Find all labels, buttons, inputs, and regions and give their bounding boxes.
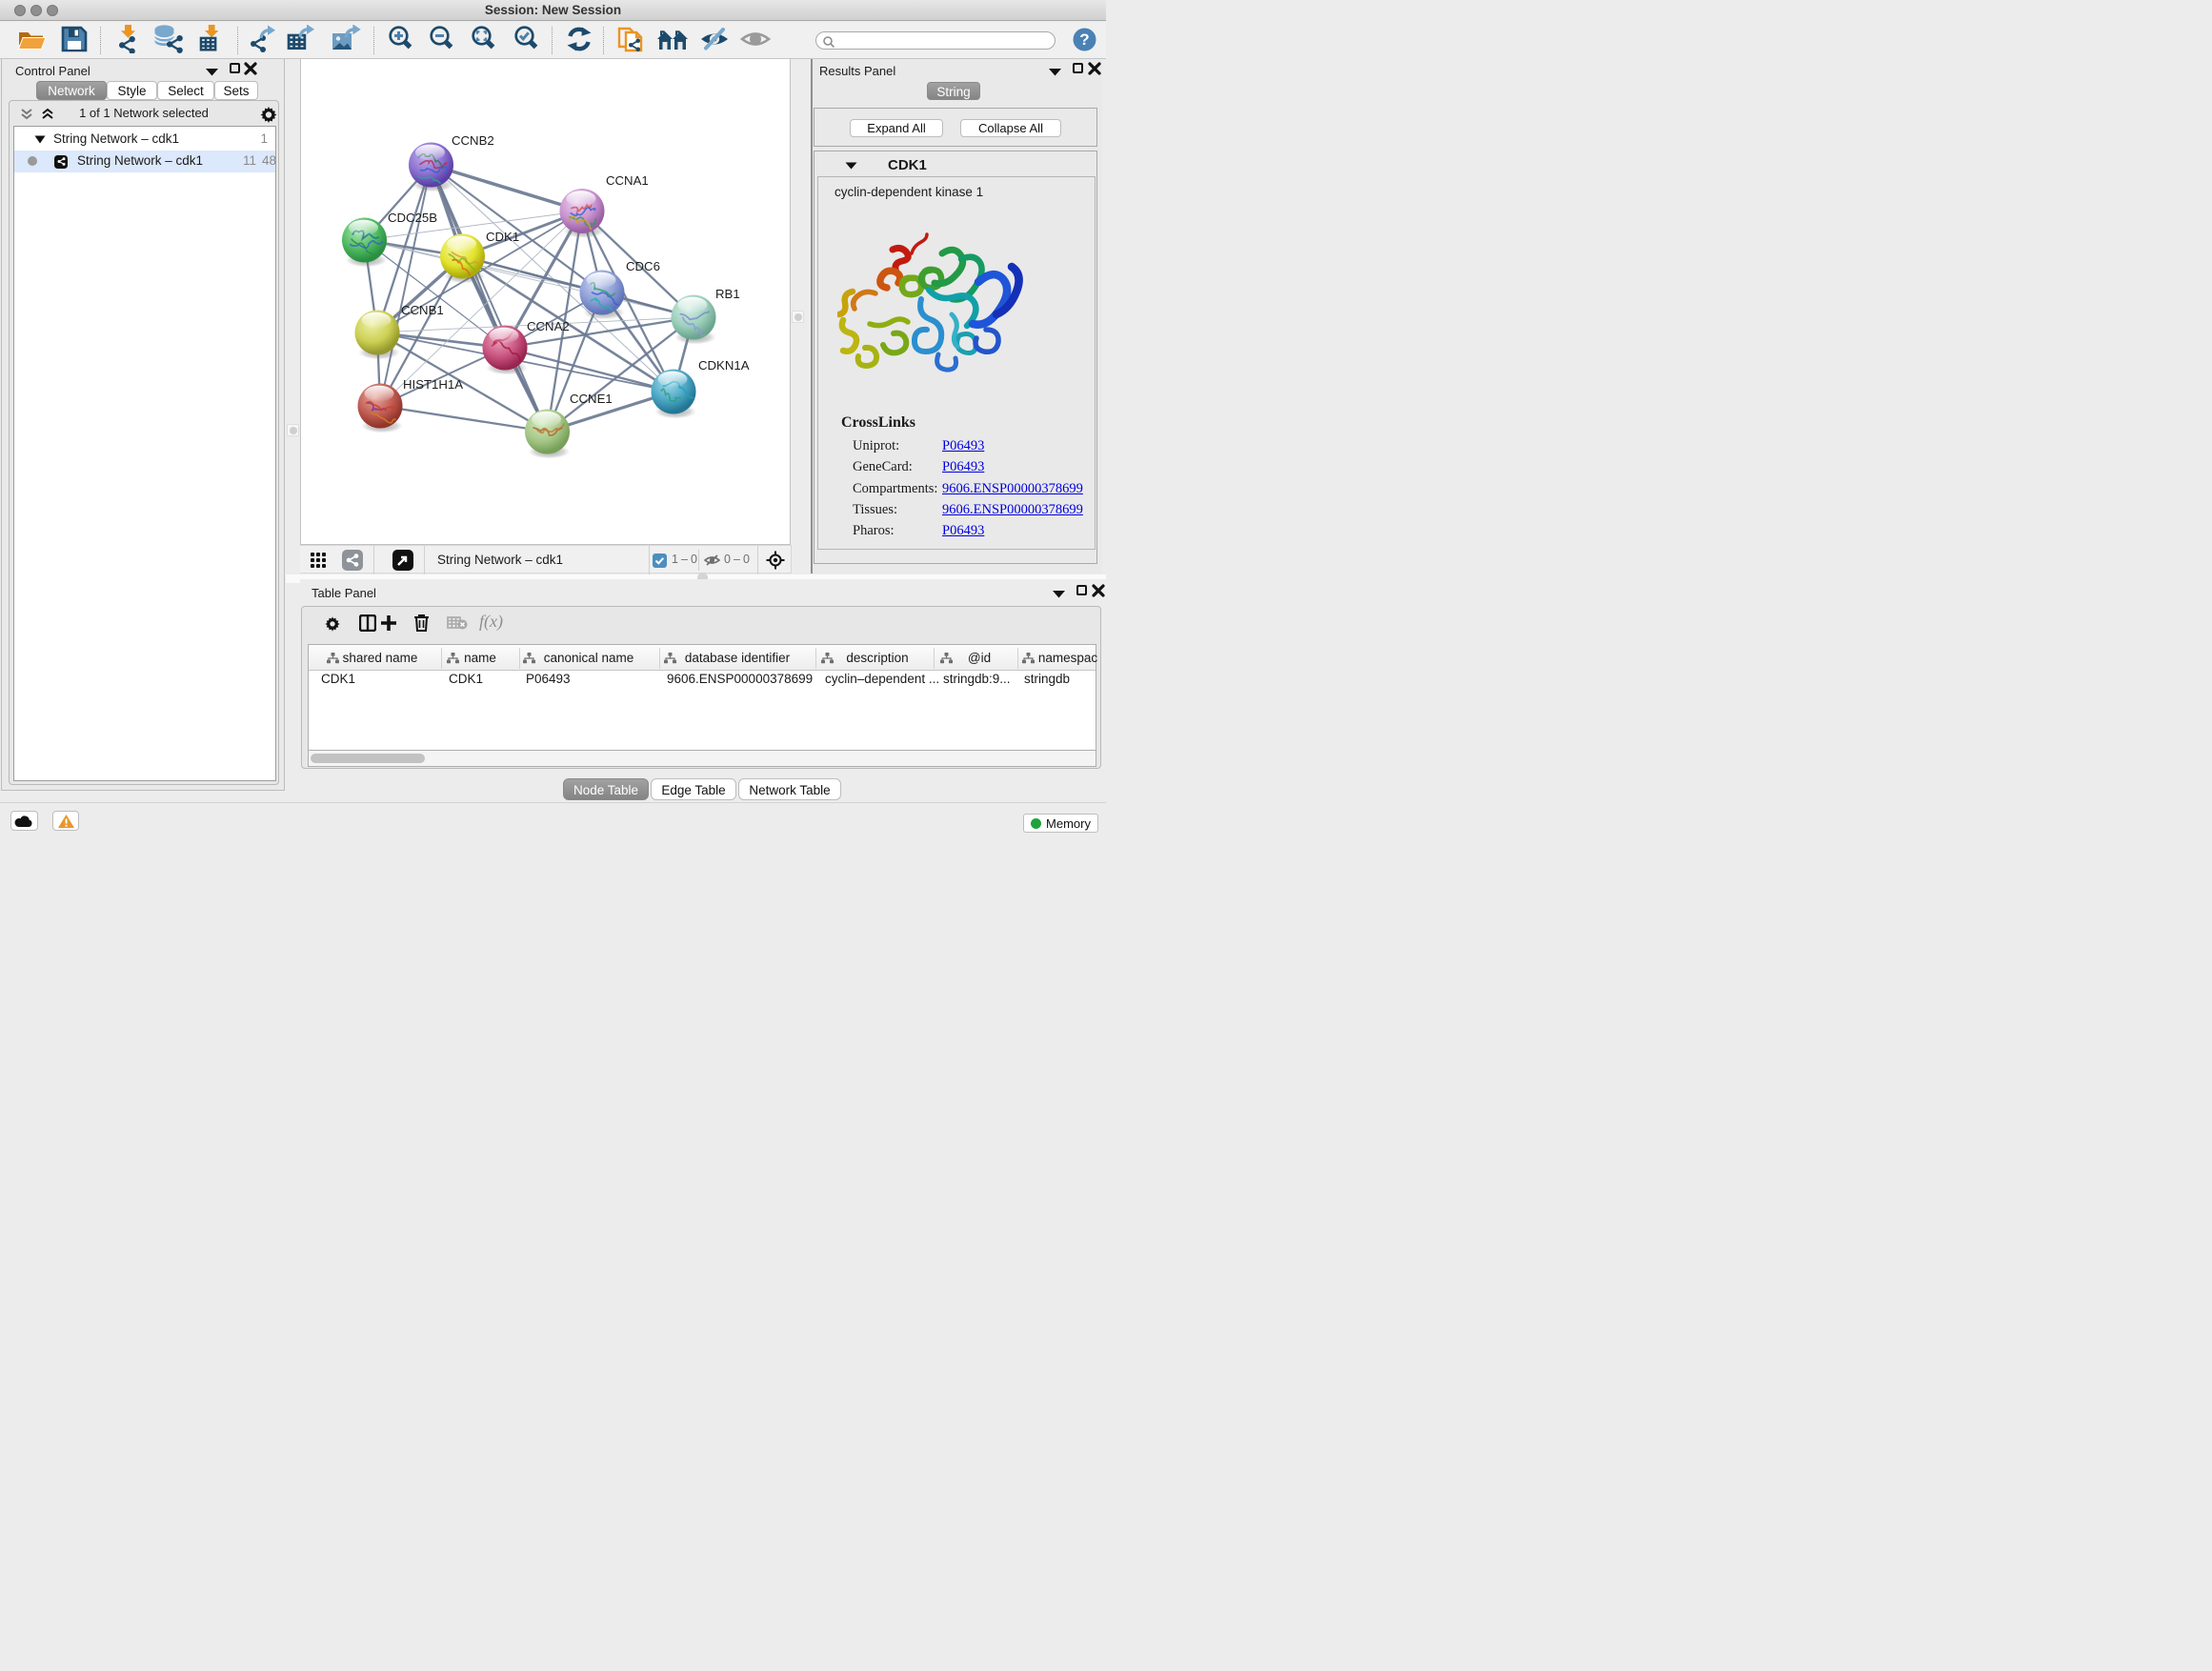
- svg-text:CDC25B: CDC25B: [388, 211, 437, 225]
- svg-text:HIST1H1A: HIST1H1A: [403, 377, 463, 392]
- svg-text:RB1: RB1: [715, 287, 740, 301]
- svg-text:CCNA2: CCNA2: [527, 319, 570, 333]
- svg-text:?: ?: [1079, 30, 1089, 49]
- svg-text:CDKN1A: CDKN1A: [698, 358, 750, 372]
- svg-text:CCNB2: CCNB2: [452, 133, 494, 148]
- svg-text:CDC6: CDC6: [626, 259, 660, 273]
- svg-text:CCNE1: CCNE1: [570, 392, 613, 406]
- svg-text:CCNB1: CCNB1: [401, 303, 444, 317]
- svg-text:CCNA1: CCNA1: [606, 173, 649, 188]
- svg-text:CDK1: CDK1: [486, 230, 519, 244]
